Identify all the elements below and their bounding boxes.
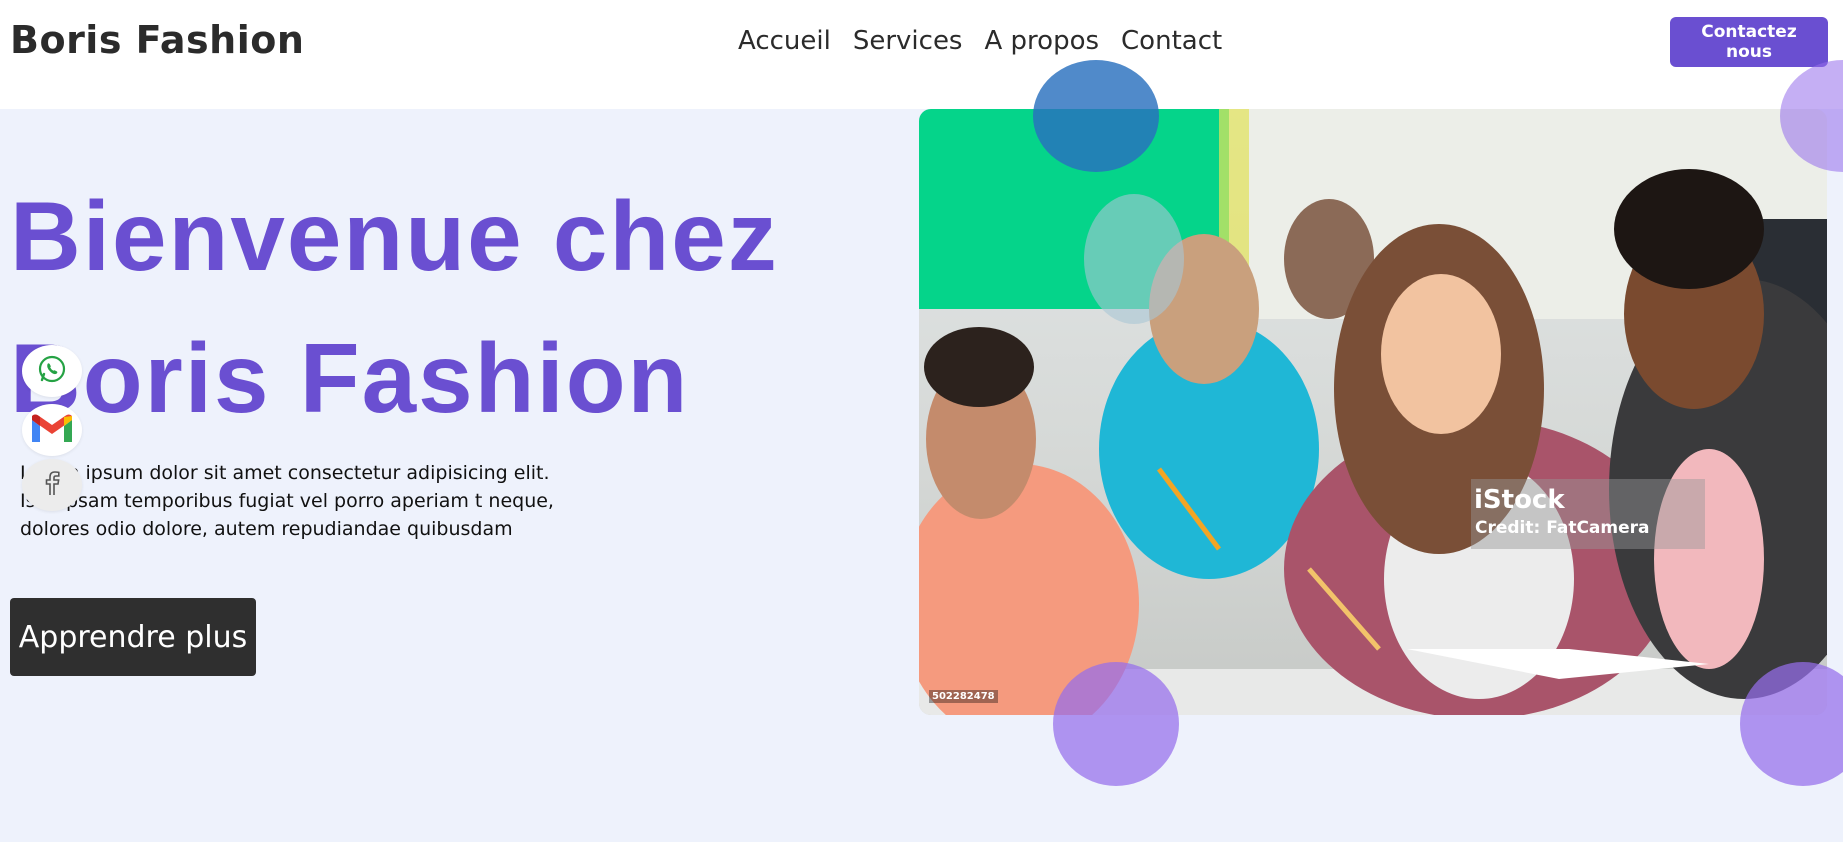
nav-item-services[interactable]: Services — [853, 26, 963, 56]
istock-watermark-logo: iStock — [1474, 485, 1565, 515]
decor-circle-top — [1033, 60, 1159, 172]
hero-title-line-2: Boris Fashion — [10, 323, 690, 433]
istock-credit-text: Credit: FatCamera — [1475, 518, 1650, 538]
nav-item-contact[interactable]: Contact — [1121, 26, 1222, 56]
decor-circle-bottom — [1053, 662, 1179, 786]
nav-item-a-propos[interactable]: A propos — [984, 26, 1099, 56]
stock-image-id: 502282478 — [929, 690, 998, 703]
contact-us-button[interactable]: Contactez nous — [1670, 17, 1828, 67]
hero-title: Bienvenue chez Boris Fashion — [10, 165, 910, 449]
learn-more-button[interactable]: Apprendre plus — [10, 598, 256, 676]
nav-item-accueil[interactable]: Accueil — [738, 26, 831, 56]
hero-description: Lorem ipsum dolor sit amet consectetur a… — [20, 462, 554, 540]
classroom-illustration — [919, 109, 1827, 715]
main-nav: Accueil Services A propos Contact — [738, 26, 1222, 56]
facebook-button[interactable] — [22, 459, 82, 511]
facebook-icon — [41, 469, 63, 501]
site-header: Boris Fashion Accueil Services A propos … — [0, 0, 1843, 109]
hero-title-line-1: Bienvenue chez — [10, 181, 779, 291]
whatsapp-icon — [36, 353, 68, 389]
gmail-button[interactable] — [22, 404, 82, 456]
brand-logo-text[interactable]: Boris Fashion — [10, 18, 304, 62]
whatsapp-button[interactable] — [22, 345, 82, 397]
gmail-icon — [29, 411, 75, 449]
hero-photo: iStock Credit: FatCamera 502282478 — [919, 109, 1827, 715]
